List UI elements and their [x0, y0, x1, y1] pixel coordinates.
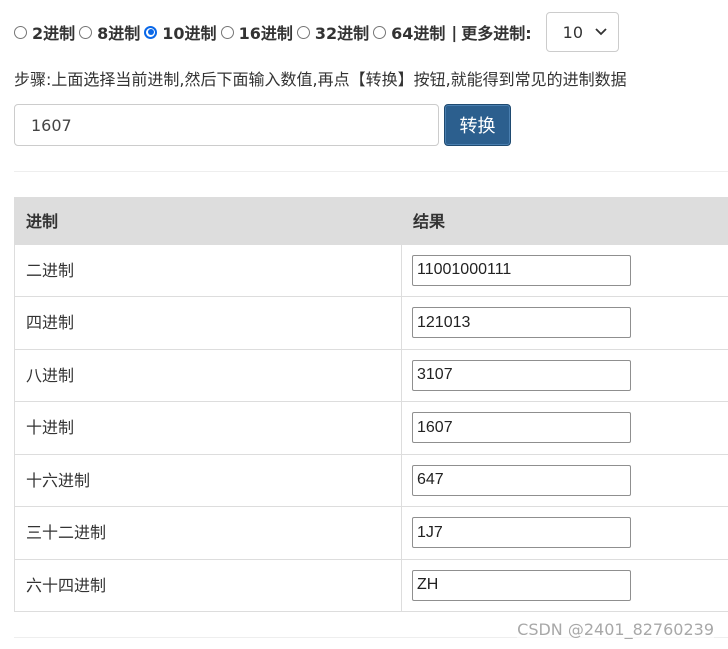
result-cell — [401, 401, 728, 455]
result-input-base32[interactable] — [412, 517, 631, 548]
radio-label: 32进制 — [314, 24, 370, 43]
radio-circle[interactable] — [373, 25, 387, 39]
page: 2进制 8进制 10进制 16进制 32进制 64进制 | 更多进制: 10 步… — [0, 0, 728, 649]
number-input[interactable] — [14, 104, 439, 146]
table-row: 三十二进制 — [14, 506, 728, 560]
result-input-decimal[interactable] — [412, 412, 631, 443]
watermark: CSDN @2401_82760239 — [517, 620, 714, 639]
more-radix-select[interactable]: 10 — [545, 12, 619, 52]
radio-16[interactable]: 16进制 — [220, 20, 293, 44]
result-table: 进制 结果 二进制 四进制 八进制 — [14, 197, 728, 612]
radio-circle[interactable] — [220, 25, 234, 39]
result-cell — [401, 558, 728, 612]
radix-selector: 2进制 8进制 10进制 16进制 32进制 64进制 | 更多进制: 10 — [14, 12, 619, 52]
radix-name: 八进制 — [14, 348, 402, 402]
radio-10[interactable]: 10进制 — [144, 20, 217, 44]
table-row: 十六进制 — [14, 453, 728, 507]
result-input-hex[interactable] — [412, 464, 631, 496]
separator: | — [451, 22, 458, 42]
result-cell — [401, 348, 728, 402]
radio-circle[interactable] — [296, 25, 310, 39]
radio-circle[interactable] — [14, 25, 27, 39]
convert-button[interactable]: 转换 — [444, 104, 511, 146]
table-row: 六十四进制 — [14, 558, 728, 612]
table-row: 二进制 — [14, 243, 728, 297]
divider — [14, 171, 728, 172]
radix-name: 十六进制 — [14, 453, 402, 507]
table-row: 十进制 — [14, 401, 728, 455]
radio-label: 8进制 — [97, 24, 141, 43]
column-header-result: 结果 — [401, 197, 728, 244]
more-radix-label: 更多进制: — [461, 24, 532, 43]
result-cell — [401, 453, 728, 507]
radio-8[interactable]: 8进制 — [79, 20, 140, 44]
table-row: 四进制 — [14, 296, 728, 350]
result-input-octal[interactable] — [412, 359, 631, 391]
radio-label: 16进制 — [238, 24, 293, 43]
radix-name: 三十二进制 — [14, 506, 402, 560]
chevron-down-icon — [595, 28, 607, 36]
result-input-binary[interactable] — [412, 254, 631, 286]
radio-2[interactable]: 2进制 — [14, 20, 75, 44]
radio-64[interactable]: 64进制 — [373, 20, 445, 44]
result-cell — [401, 296, 728, 350]
result-input-quaternary[interactable] — [412, 307, 631, 338]
result-cell — [401, 243, 728, 297]
radio-32[interactable]: 32进制 — [296, 20, 370, 44]
radio-circle[interactable] — [79, 25, 93, 39]
table-row: 八进制 — [14, 348, 728, 402]
result-cell — [401, 506, 728, 560]
table-header-row: 进制 结果 — [14, 197, 728, 244]
radio-label: 10进制 — [162, 24, 217, 43]
column-header-radix: 进制 — [14, 197, 402, 244]
select-value: 10 — [562, 22, 584, 42]
radix-name: 四进制 — [14, 296, 402, 350]
radix-name: 二进制 — [14, 243, 402, 297]
steps-instruction: 步骤:上面选择当前进制,然后下面输入数值,再点【转换】按钮,就能得到常见的进制数… — [14, 70, 627, 89]
result-input-base64[interactable] — [412, 569, 631, 601]
radix-name: 十进制 — [14, 401, 402, 455]
radio-circle-checked[interactable] — [144, 25, 158, 39]
radix-name: 六十四进制 — [14, 558, 402, 612]
radio-label: 64进制 — [391, 24, 446, 43]
radio-label: 2进制 — [32, 24, 76, 43]
